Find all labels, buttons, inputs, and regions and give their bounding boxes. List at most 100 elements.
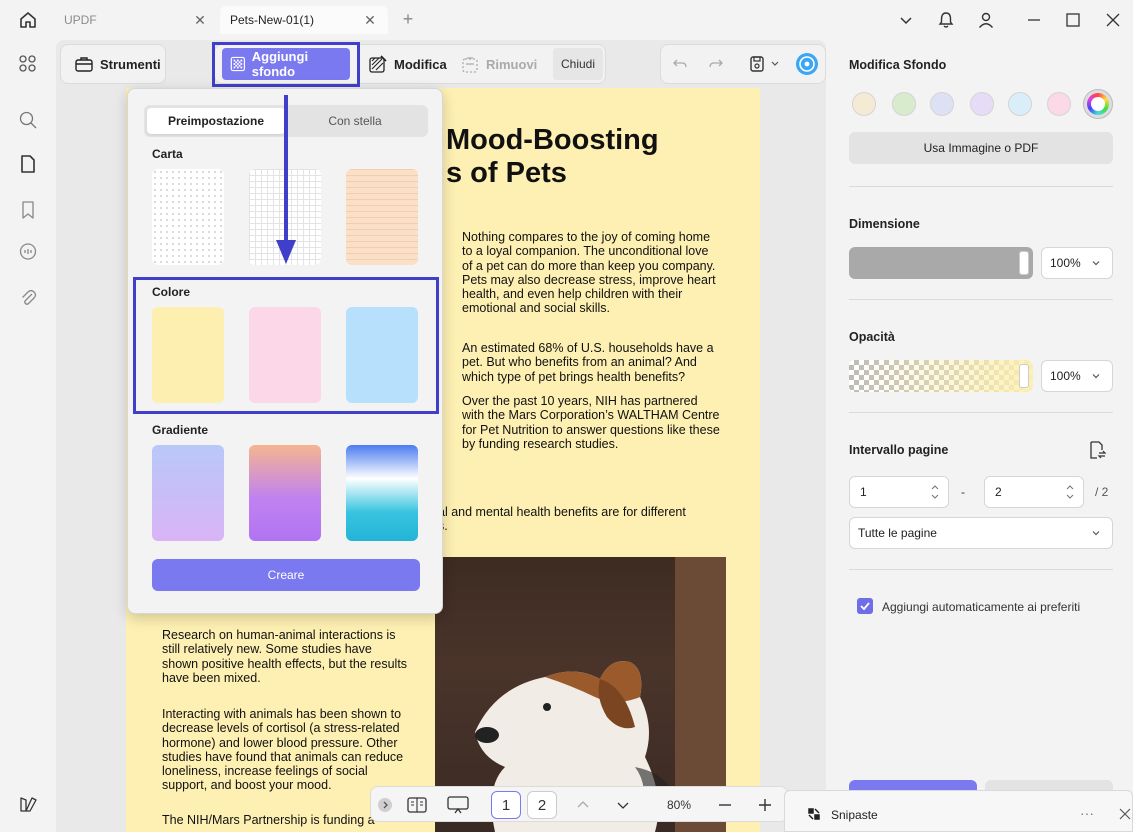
color-circle-pink[interactable]: [1047, 92, 1071, 116]
tab-con-stella[interactable]: Con stella: [286, 108, 424, 134]
spinner-arrows-icon[interactable]: [930, 482, 940, 502]
strumenti-label: Strumenti: [100, 56, 161, 72]
add-tab-icon[interactable]: +: [398, 9, 418, 29]
two-page-view-icon[interactable]: [405, 791, 429, 819]
gradient-ocean-swatch[interactable]: [346, 445, 418, 541]
chiudi-button[interactable]: Chiudi: [553, 48, 603, 80]
document-title: Mood-Boosting s of Pets: [446, 124, 659, 190]
left-sidebar: [0, 40, 56, 832]
dimensione-slider[interactable]: [849, 247, 1033, 279]
annotation-arrow-head: [276, 240, 296, 264]
color-circle-beige[interactable]: [852, 92, 876, 116]
tab-label: UPDF: [64, 13, 97, 27]
dimensione-dropdown[interactable]: 100%: [1041, 247, 1113, 279]
snipaste-notification[interactable]: Snipaste ···: [784, 790, 1133, 832]
rimuovi-button[interactable]: Rimuovi: [452, 48, 545, 80]
custom-color-picker-icon[interactable]: [1083, 89, 1113, 119]
from-page-input[interactable]: 1: [849, 476, 949, 508]
ai-assistant-icon[interactable]: [794, 51, 820, 77]
paragraph: Nothing compares to the joy of coming ho…: [462, 230, 716, 316]
chevron-down-icon: [1092, 261, 1100, 266]
next-page-icon[interactable]: [613, 791, 633, 819]
page-2-button[interactable]: 2: [527, 791, 557, 819]
maximize-icon[interactable]: [1061, 8, 1085, 32]
paragraph: Over the past 10 years, NIH has partnere…: [462, 394, 720, 451]
divider: [849, 299, 1113, 300]
home-icon[interactable]: [10, 6, 46, 34]
remove-background-icon: [462, 57, 478, 73]
gradient-lavender-swatch[interactable]: [152, 445, 224, 541]
slider-handle[interactable]: [1019, 364, 1029, 388]
range-separator: -: [961, 485, 965, 499]
color-circle-cyan[interactable]: [1008, 92, 1032, 116]
attachment-icon[interactable]: [16, 286, 40, 310]
auto-favorite-label: Aggiungi automaticamente ai preferiti: [882, 600, 1081, 614]
chiudi-label: Chiudi: [560, 57, 596, 71]
minimize-icon[interactable]: [1022, 8, 1046, 32]
tab-pets-new[interactable]: Pets-New-01(1) ✕: [220, 6, 388, 34]
snipaste-label: Snipaste: [831, 808, 878, 822]
use-image-or-pdf-button[interactable]: Usa Immagine o PDF: [849, 132, 1113, 164]
chevron-down-icon[interactable]: [894, 8, 918, 32]
opacita-dropdown[interactable]: 100%: [1041, 360, 1113, 392]
undo-icon[interactable]: [668, 52, 692, 76]
divider: [849, 186, 1113, 187]
close-icon[interactable]: ✕: [192, 12, 208, 28]
zoom-out-icon[interactable]: [715, 791, 735, 819]
to-page-input[interactable]: 2: [984, 476, 1084, 508]
page-range-select[interactable]: Tutte le pagine: [849, 517, 1113, 549]
panel-title: Modifica Sfondo: [849, 58, 947, 72]
color-circle-green[interactable]: [892, 92, 916, 116]
redo-icon[interactable]: [704, 52, 728, 76]
color-section-highlight: [133, 277, 439, 414]
zoom-level[interactable]: 80%: [655, 791, 703, 819]
tab-preimpostazione[interactable]: Preimpostazione: [147, 108, 285, 134]
presentation-icon[interactable]: [445, 791, 471, 819]
toolbox-icon: [75, 57, 93, 72]
thumbnails-icon[interactable]: [16, 52, 40, 76]
bell-icon[interactable]: [934, 8, 958, 32]
close-icon[interactable]: ✕: [362, 12, 378, 28]
spinner-arrows-icon[interactable]: [1065, 482, 1075, 502]
save-icon[interactable]: [745, 52, 769, 76]
auto-favorite-checkbox[interactable]: [857, 598, 873, 614]
create-button[interactable]: Creare: [152, 559, 420, 591]
slider-handle[interactable]: [1019, 251, 1029, 275]
zoom-in-icon[interactable]: [755, 791, 775, 819]
page-range-value: Tutte le pagine: [858, 526, 937, 540]
bookmark-icon[interactable]: [16, 198, 40, 222]
modifica-button[interactable]: Modifica: [360, 48, 455, 80]
strumenti-button[interactable]: Strumenti: [66, 48, 169, 80]
paper-dots-swatch[interactable]: [152, 169, 224, 265]
gradient-sunset-swatch[interactable]: [249, 445, 321, 541]
tab-updf[interactable]: UPDF ✕: [54, 6, 218, 34]
page-navigation-bar: 1 2 80%: [370, 786, 788, 822]
annotation-arrow-line: [284, 95, 288, 245]
divider: [849, 569, 1113, 570]
search-icon[interactable]: [16, 108, 40, 132]
page-1-button[interactable]: 1: [491, 791, 521, 819]
collapse-icon[interactable]: [377, 791, 393, 819]
paper-lines-swatch[interactable]: [346, 169, 418, 265]
total-pages: / 2: [1095, 485, 1109, 499]
dimensione-label: Dimensione: [849, 217, 920, 231]
more-options-icon[interactable]: ···: [1080, 805, 1094, 821]
title-line-2: s of Pets: [446, 157, 567, 189]
paragraph: An estimated 68% of U.S. households have…: [462, 341, 714, 384]
opacita-value: 100%: [1050, 369, 1081, 383]
page-icon[interactable]: [16, 152, 40, 176]
section-gradiente-label: Gradiente: [152, 423, 209, 437]
color-circle-blue[interactable]: [930, 92, 954, 116]
chevron-down-icon: [1092, 531, 1100, 536]
close-window-icon[interactable]: [1101, 8, 1125, 32]
opacita-slider[interactable]: [849, 360, 1033, 392]
checkmark-icon: [860, 602, 870, 611]
close-icon[interactable]: [1119, 807, 1131, 820]
prev-page-icon[interactable]: [573, 791, 593, 819]
save-menu-chevron-icon[interactable]: [768, 52, 782, 76]
comment-icon[interactable]: [16, 240, 40, 264]
color-circle-purple[interactable]: [970, 92, 994, 116]
page-range-settings-icon[interactable]: [1087, 440, 1107, 460]
user-icon[interactable]: [974, 8, 998, 32]
layers-icon[interactable]: [16, 792, 40, 816]
